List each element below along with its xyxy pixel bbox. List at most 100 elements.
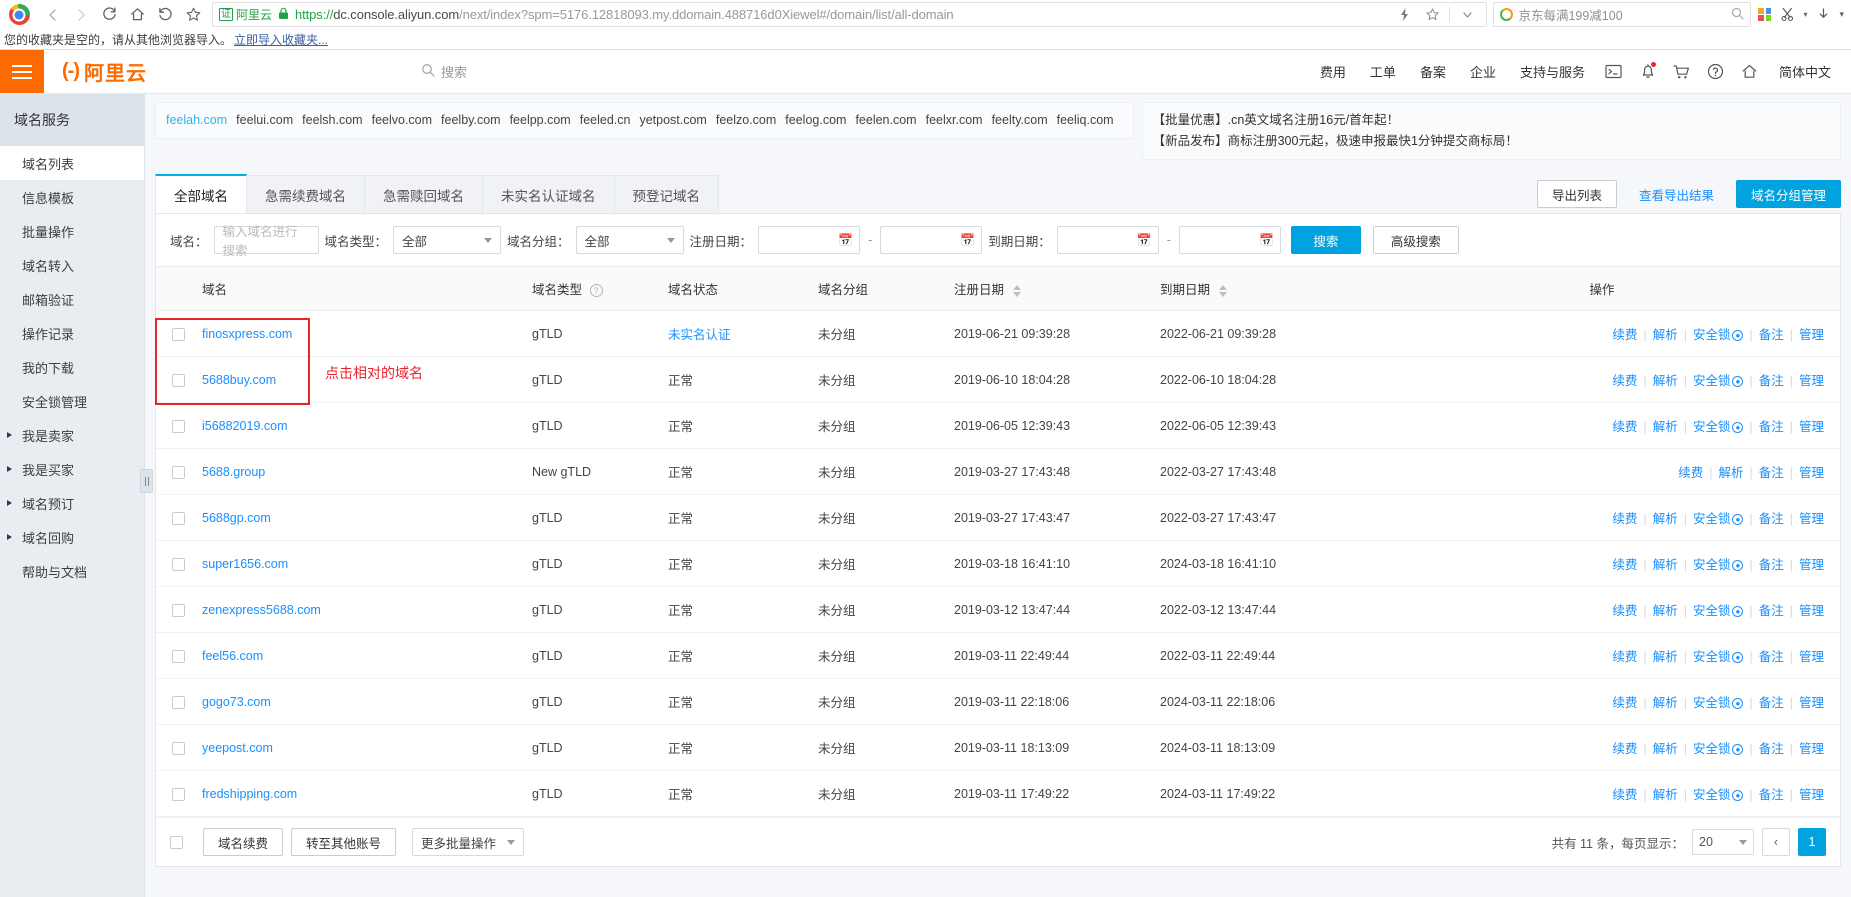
import-bookmarks-link[interactable]: 立即导入收藏夹... bbox=[234, 31, 328, 48]
op-resolve[interactable]: 解析 bbox=[1653, 650, 1678, 664]
apps-grid-icon[interactable] bbox=[1758, 8, 1772, 21]
op-remark[interactable]: 备注 bbox=[1759, 696, 1784, 710]
promo-domain-chip[interactable]: feelxr.com bbox=[926, 113, 983, 127]
sidebar-item-7[interactable]: 安全锁管理 bbox=[0, 384, 144, 418]
th-exp-date[interactable]: 到期日期 bbox=[1160, 266, 1380, 311]
op-manage[interactable]: 管理 bbox=[1799, 328, 1824, 342]
global-search[interactable]: 搜索 bbox=[421, 50, 467, 93]
forward-button[interactable] bbox=[68, 2, 94, 28]
op-renew[interactable]: 续费 bbox=[1678, 466, 1703, 480]
prev-page-button[interactable]: ‹ bbox=[1762, 828, 1790, 856]
op-security-lock[interactable]: 安全锁 bbox=[1693, 512, 1731, 526]
promo-domain-chip[interactable]: feeliq.com bbox=[1057, 113, 1114, 127]
op-security-lock[interactable]: 安全锁 bbox=[1693, 558, 1731, 572]
domain-link[interactable]: fredshipping.com bbox=[202, 787, 297, 801]
sidebar-item-8[interactable]: 我是卖家 bbox=[0, 418, 144, 452]
row-checkbox[interactable] bbox=[172, 511, 185, 525]
download-icon[interactable] bbox=[1810, 2, 1836, 28]
advanced-search-button[interactable]: 高级搜索 bbox=[1372, 226, 1459, 254]
browser-search-box[interactable]: 京东每满199减100 bbox=[1493, 2, 1752, 27]
sidebar-item-0[interactable]: 域名列表 bbox=[0, 146, 144, 180]
op-resolve[interactable]: 解析 bbox=[1653, 696, 1678, 710]
op-remark[interactable]: 备注 bbox=[1759, 374, 1784, 388]
op-remark[interactable]: 备注 bbox=[1759, 328, 1784, 342]
op-manage[interactable]: 管理 bbox=[1799, 420, 1824, 434]
history-button[interactable] bbox=[152, 2, 178, 28]
promo-domain-chip[interactable]: feelpp.com bbox=[510, 113, 571, 127]
op-resolve[interactable]: 解析 bbox=[1653, 604, 1678, 618]
promo-domain-chip[interactable]: feelty.com bbox=[992, 113, 1048, 127]
op-manage[interactable]: 管理 bbox=[1799, 558, 1824, 572]
home-icon[interactable] bbox=[1733, 50, 1767, 94]
row-checkbox[interactable] bbox=[172, 465, 185, 479]
domain-link[interactable]: 5688gp.com bbox=[202, 511, 271, 525]
header-nav-icp[interactable]: 备案 bbox=[1408, 50, 1458, 94]
sidebar-item-1[interactable]: 信息模板 bbox=[0, 180, 144, 214]
op-manage[interactable]: 管理 bbox=[1799, 604, 1824, 618]
op-manage[interactable]: 管理 bbox=[1799, 374, 1824, 388]
op-remark[interactable]: 备注 bbox=[1759, 650, 1784, 664]
op-resolve[interactable]: 解析 bbox=[1653, 788, 1678, 802]
op-remark[interactable]: 备注 bbox=[1759, 466, 1784, 480]
terminal-icon[interactable] bbox=[1597, 50, 1631, 94]
row-checkbox[interactable] bbox=[172, 419, 185, 433]
op-renew[interactable]: 续费 bbox=[1612, 788, 1637, 802]
sidebar-item-9[interactable]: 我是买家 bbox=[0, 452, 144, 486]
search-magnifier-icon[interactable] bbox=[1731, 7, 1745, 23]
header-nav-enterprise[interactable]: 企业 bbox=[1458, 50, 1508, 94]
tab-1[interactable]: 急需续费域名 bbox=[246, 175, 365, 213]
page-size-select[interactable]: 20 bbox=[1692, 829, 1754, 855]
tab-0[interactable]: 全部域名 bbox=[155, 174, 247, 213]
transfer-account-button[interactable]: 转至其他账号 bbox=[291, 828, 397, 856]
op-renew[interactable]: 续费 bbox=[1612, 420, 1637, 434]
sidebar-item-2[interactable]: 批量操作 bbox=[0, 214, 144, 248]
sidebar-item-4[interactable]: 邮箱验证 bbox=[0, 282, 144, 316]
promo-domain-chip[interactable]: yetpost.com bbox=[639, 113, 706, 127]
domain-link[interactable]: 5688buy.com bbox=[202, 373, 276, 387]
op-remark[interactable]: 备注 bbox=[1759, 558, 1784, 572]
tab-3[interactable]: 未实名认证域名 bbox=[482, 175, 615, 213]
bell-icon[interactable] bbox=[1631, 50, 1665, 94]
address-bar[interactable]: 证 阿里云 https://dc.console.aliyun.com/next… bbox=[212, 2, 1488, 28]
op-renew[interactable]: 续费 bbox=[1612, 558, 1637, 572]
omnibox-star-icon[interactable] bbox=[1419, 2, 1445, 28]
op-resolve[interactable]: 解析 bbox=[1653, 742, 1678, 756]
omnibox-dropdown-icon[interactable] bbox=[1454, 2, 1480, 28]
op-remark[interactable]: 备注 bbox=[1759, 420, 1784, 434]
op-manage[interactable]: 管理 bbox=[1799, 512, 1824, 526]
op-security-lock[interactable]: 安全锁 bbox=[1693, 420, 1731, 434]
op-manage[interactable]: 管理 bbox=[1799, 742, 1824, 756]
back-button[interactable] bbox=[40, 2, 66, 28]
sidebar-item-12[interactable]: 帮助与文档 bbox=[0, 554, 144, 588]
domain-group-manage-button[interactable]: 域名分组管理 bbox=[1735, 180, 1841, 208]
row-checkbox[interactable] bbox=[172, 649, 185, 663]
sidebar-collapse-handle[interactable] bbox=[140, 469, 153, 493]
sort-icon[interactable] bbox=[1012, 284, 1021, 297]
promo-domain-chip[interactable]: feelsh.com bbox=[302, 113, 362, 127]
lightning-icon[interactable] bbox=[1391, 2, 1417, 28]
domain-link[interactable]: finosxpress.com bbox=[202, 327, 292, 341]
more-batch-operations-select[interactable]: 更多批量操作 bbox=[412, 828, 525, 856]
row-checkbox[interactable] bbox=[172, 787, 185, 801]
op-manage[interactable]: 管理 bbox=[1799, 788, 1824, 802]
op-resolve[interactable]: 解析 bbox=[1653, 512, 1678, 526]
scissors-dropdown-icon[interactable]: ▾ bbox=[1803, 10, 1807, 19]
promo-domain-chip[interactable]: feelui.com bbox=[236, 113, 293, 127]
promo-domain-chip[interactable]: feeled.cn bbox=[580, 113, 631, 127]
menu-hamburger-button[interactable] bbox=[0, 50, 44, 93]
exp-date-end-input[interactable]: 📅 bbox=[1178, 226, 1281, 254]
op-renew[interactable]: 续费 bbox=[1612, 696, 1637, 710]
op-security-lock[interactable]: 安全锁 bbox=[1693, 696, 1731, 710]
language-switcher[interactable]: 简体中文 bbox=[1767, 50, 1843, 94]
op-remark[interactable]: 备注 bbox=[1759, 512, 1784, 526]
sidebar-item-5[interactable]: 操作记录 bbox=[0, 316, 144, 350]
op-security-lock[interactable]: 安全锁 bbox=[1693, 328, 1731, 342]
domain-link[interactable]: i56882019.com bbox=[202, 419, 287, 433]
op-remark[interactable]: 备注 bbox=[1759, 742, 1784, 756]
row-checkbox[interactable] bbox=[172, 603, 185, 617]
domain-link[interactable]: yeepost.com bbox=[202, 741, 273, 755]
search-button[interactable]: 搜索 bbox=[1290, 226, 1361, 254]
reload-button[interactable] bbox=[96, 2, 122, 28]
th-reg-date[interactable]: 注册日期 bbox=[954, 266, 1160, 311]
status-value[interactable]: 未实名认证 bbox=[668, 328, 731, 342]
